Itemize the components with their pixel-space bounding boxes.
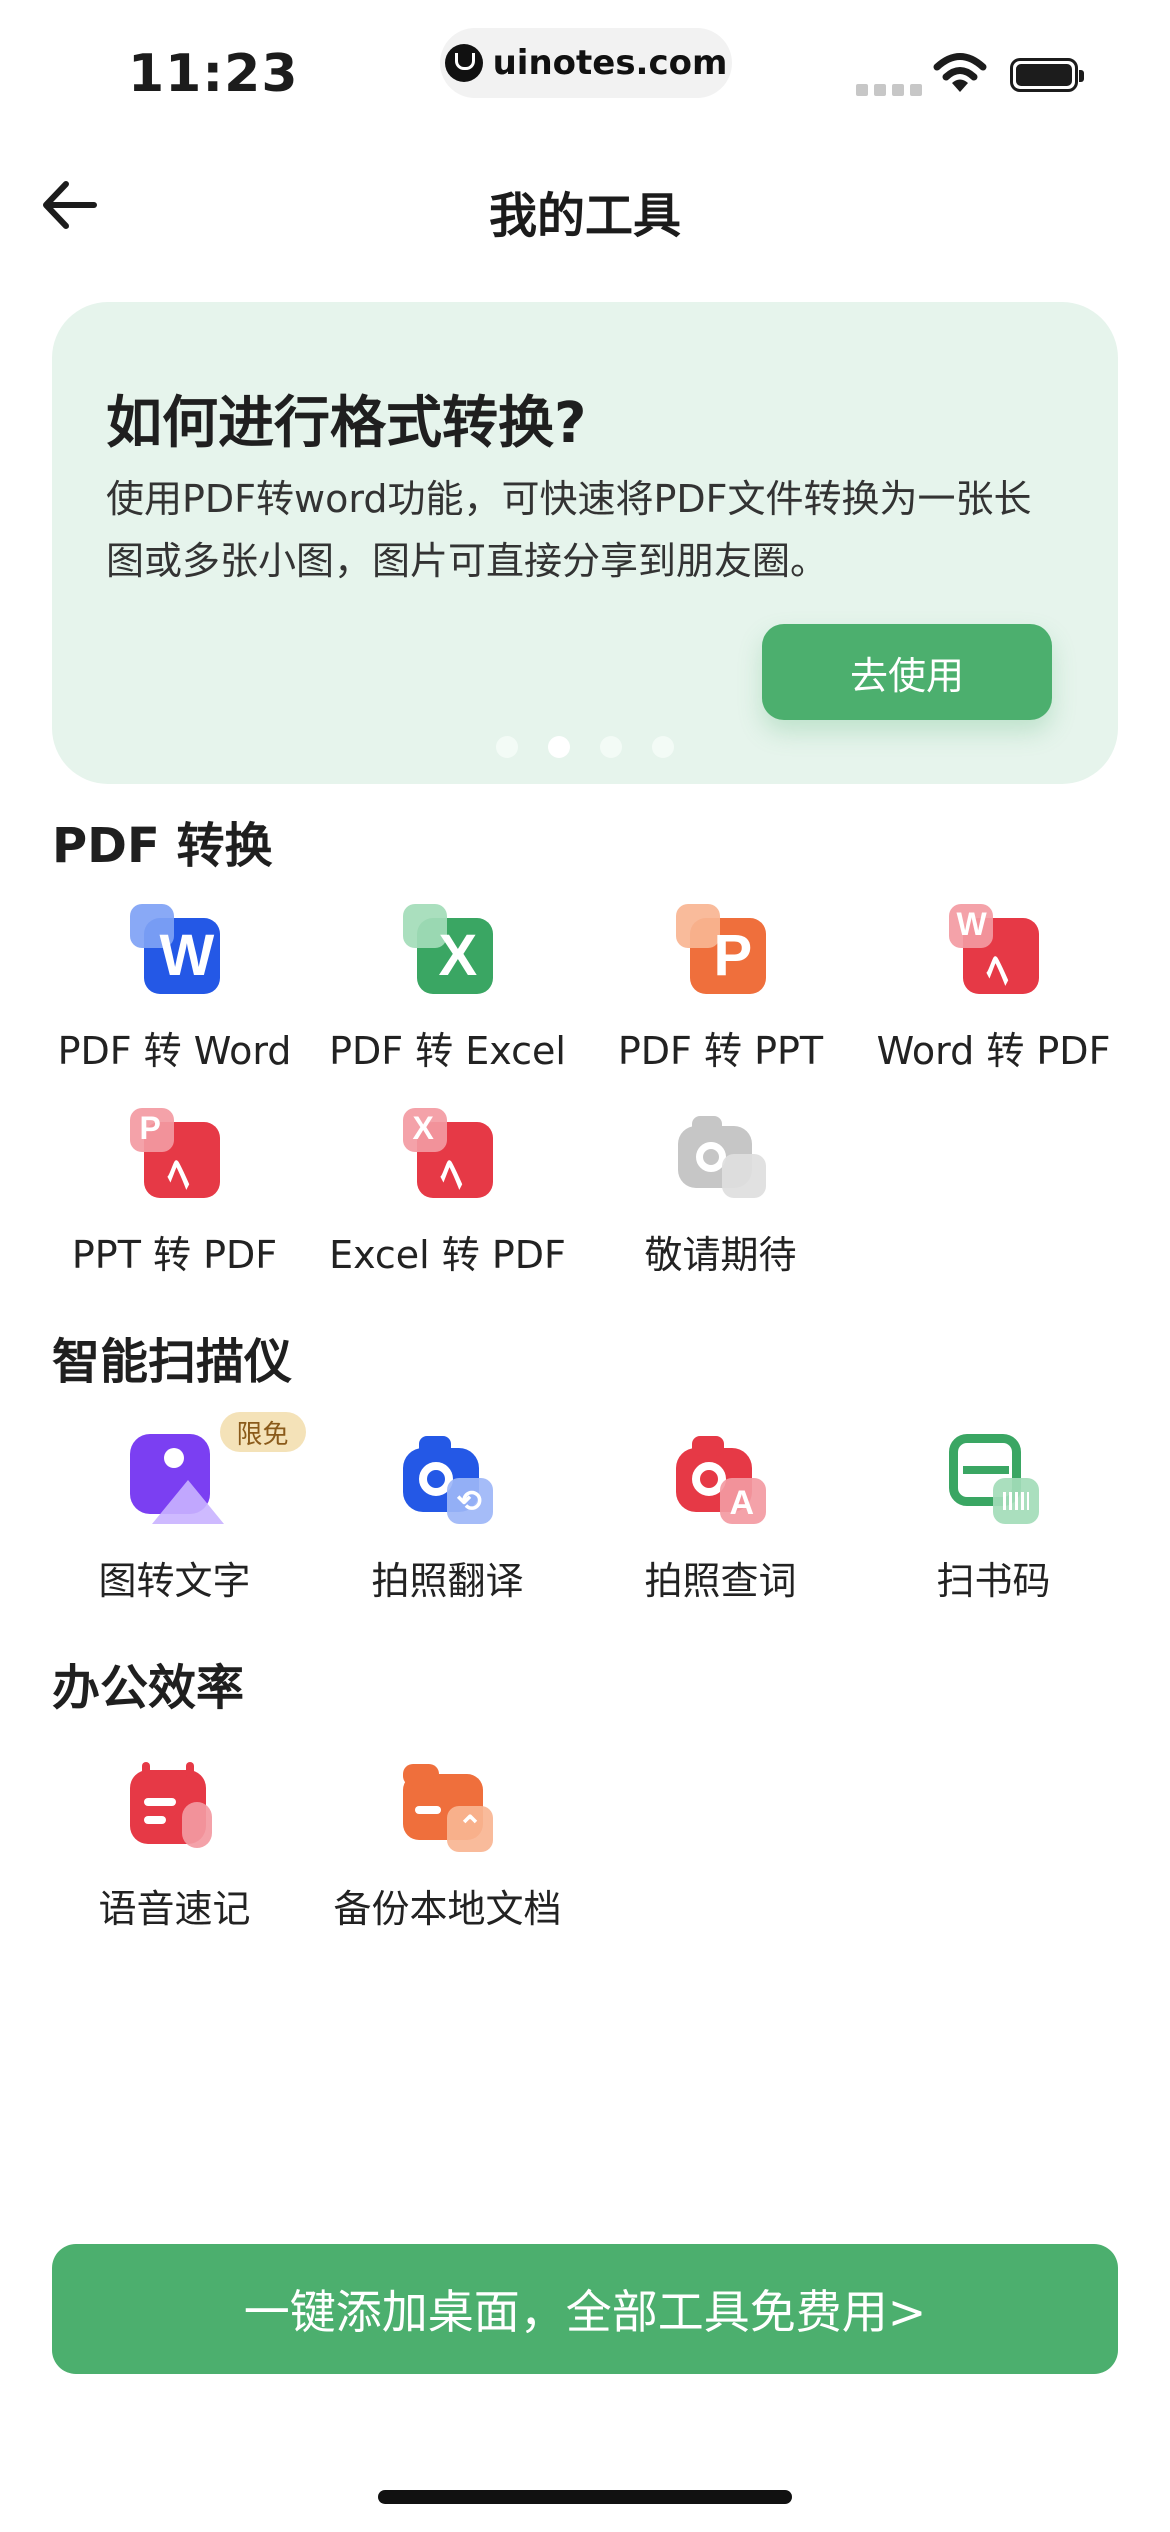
carousel-dot[interactable]	[600, 736, 622, 758]
tool-image-to-text[interactable]: 限免 图转文字	[38, 1412, 311, 1605]
nav-bar: 我的工具	[0, 160, 1170, 250]
tool-excel-to-pdf[interactable]: X ﾍ Excel 转 PDF	[311, 1108, 584, 1279]
tool-photo-translate[interactable]: ⟲ 拍照翻译	[311, 1434, 584, 1605]
section-title-scan: 智能扫描仪	[52, 1334, 293, 1390]
folder-upload-icon: ⌃	[402, 1762, 493, 1852]
cellular-signal-icon	[856, 84, 922, 96]
photo-lookup-icon: A	[675, 1434, 766, 1524]
tool-pdf-to-ppt[interactable]: P PDF 转 PPT	[584, 904, 857, 1075]
tool-label: Word 转 PDF	[876, 1029, 1111, 1073]
url-pill[interactable]: uinotes.com	[440, 28, 732, 98]
tool-pdf-to-excel[interactable]: X PDF 转 Excel	[311, 904, 584, 1075]
tool-pdf-to-word[interactable]: W PDF 转 Word	[38, 904, 311, 1075]
tool-voice-notes[interactable]: 语音速记	[38, 1762, 311, 1933]
tool-word-to-pdf[interactable]: W ﾍ Word 转 PDF	[857, 904, 1130, 1075]
tool-label: Excel 转 PDF	[329, 1233, 566, 1277]
tool-label: 扫书码	[936, 1559, 1051, 1603]
banner-title: 如何进行格式转换?	[106, 391, 587, 456]
voice-notes-icon	[129, 1762, 220, 1852]
site-logo-icon	[444, 44, 483, 82]
barcode-scan-icon	[948, 1434, 1039, 1524]
tool-label: 备份本地文档	[333, 1887, 562, 1931]
section-title-pdf: PDF 转换	[52, 818, 273, 874]
tool-label: PPT 转 PDF	[71, 1233, 278, 1277]
section-title-office: 办公效率	[52, 1660, 245, 1716]
tool-label: PDF 转 Word	[57, 1029, 292, 1073]
status-time: 11:23	[128, 44, 299, 104]
tool-label: PDF 转 PPT	[617, 1029, 824, 1073]
ppt-to-pdf-icon: P ﾍ	[129, 1108, 220, 1199]
tool-photo-lookup[interactable]: A 拍照查词	[584, 1434, 857, 1605]
page-title: 我的工具	[488, 188, 681, 244]
image-to-text-icon: 限免	[129, 1412, 306, 1524]
status-bar: 11:23 uinotes.com	[0, 0, 1170, 150]
tool-coming-soon: 敬请期待	[584, 1108, 857, 1279]
carousel-dots	[52, 736, 1118, 758]
add-to-desktop-button[interactable]: 一键添加桌面，全部工具免费用>	[52, 2244, 1118, 2374]
battery-icon	[1010, 58, 1084, 92]
tool-label: PDF 转 Excel	[329, 1029, 566, 1073]
carousel-dot-active[interactable]	[548, 736, 570, 758]
carousel-dot[interactable]	[652, 736, 674, 758]
camera-refresh-icon	[676, 1108, 766, 1198]
tool-label: 语音速记	[98, 1887, 251, 1931]
url-text: uinotes.com	[492, 43, 728, 83]
photo-translate-icon: ⟲	[402, 1434, 493, 1524]
tool-ppt-to-pdf[interactable]: P ﾍ PPT 转 PDF	[38, 1108, 311, 1279]
tool-backup-local-docs[interactable]: ⌃ 备份本地文档	[311, 1762, 584, 1933]
pdf-to-word-icon: W	[129, 904, 220, 994]
word-to-pdf-icon: W ﾍ	[948, 904, 1039, 995]
home-indicator	[378, 2490, 792, 2504]
excel-to-pdf-icon: X ﾍ	[402, 1108, 493, 1199]
tool-label: 图转文字	[98, 1559, 251, 1603]
wifi-icon	[933, 53, 987, 92]
free-badge: 限免	[219, 1412, 306, 1452]
tool-label: 敬请期待	[644, 1233, 797, 1277]
promo-banner[interactable]: 如何进行格式转换? 使用PDF转word功能，可快速将PDF文件转换为一张长图或…	[52, 302, 1118, 784]
banner-description: 使用PDF转word功能，可快速将PDF文件转换为一张长图或多张小图，图片可直接…	[106, 477, 1032, 583]
carousel-dot[interactable]	[496, 736, 518, 758]
banner-use-button[interactable]: 去使用	[762, 624, 1052, 720]
tool-label: 拍照翻译	[371, 1559, 524, 1603]
tool-scan-book-code[interactable]: 扫书码	[857, 1434, 1130, 1605]
pdf-to-excel-icon: X	[402, 904, 493, 994]
tool-label: 拍照查词	[644, 1559, 797, 1603]
pdf-to-ppt-icon: P	[675, 904, 766, 994]
